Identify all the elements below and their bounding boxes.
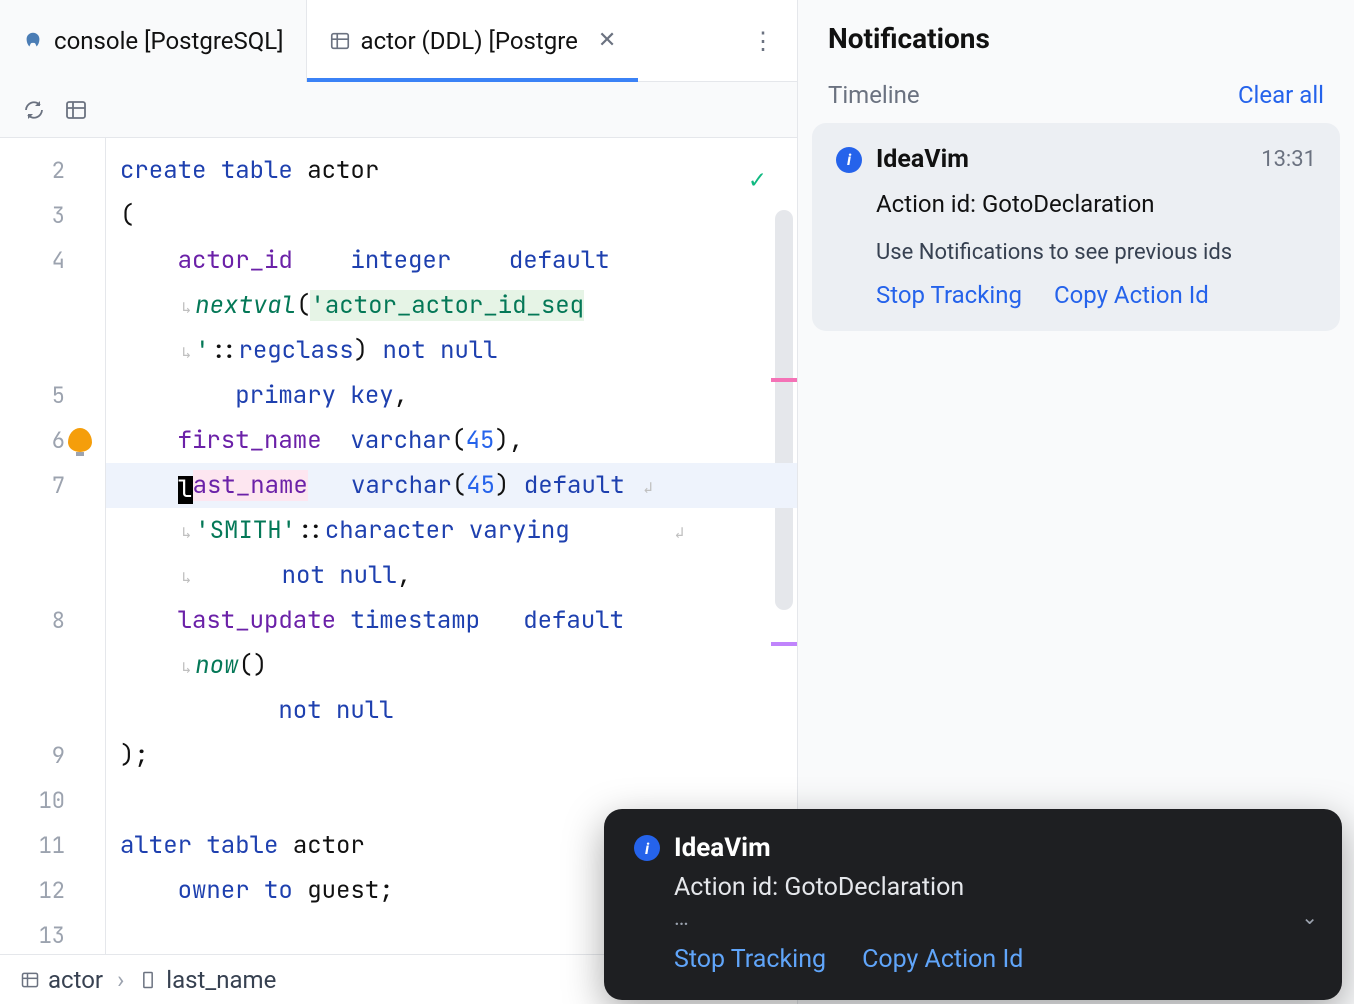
line-number [0,688,105,733]
code-line: ↳'::regclass) not null [106,328,797,373]
stop-tracking-link[interactable]: Stop Tracking [674,945,826,974]
code-line: ↳nextval('actor_actor_id_seq [106,283,797,328]
bulb-icon[interactable] [68,428,92,452]
toast-notification[interactable]: i IdeaVim Action id: GotoDeclaration … S… [604,809,1342,1000]
notification-hint: Use Notifications to see previous ids [876,240,1316,265]
line-number [0,508,105,553]
info-icon: i [634,835,660,861]
code-line: not null [106,688,797,733]
line-number: 8 [0,598,105,643]
table-icon[interactable] [64,98,88,122]
toast-ellipsis: … [674,906,1312,931]
code-line: last_name varchar(45) default ↲ [106,463,797,508]
code-line: actor_id integer default [106,238,797,283]
code-line: ↳ not null, [106,553,797,598]
breadcrumb-table[interactable]: actor [20,966,103,994]
copy-action-id-link[interactable]: Copy Action Id [862,945,1023,974]
line-number: 5 [0,373,105,418]
line-number: 11 [0,823,105,868]
breadcrumb-label: last_name [166,966,276,994]
tab-label: actor (DDL) [Postgre [361,27,578,55]
notification-card[interactable]: i IdeaVim 13:31 Action id: GotoDeclarati… [812,123,1340,331]
notification-body: Action id: GotoDeclaration [876,190,1316,218]
line-number [0,283,105,328]
code-line: ↳now() [106,643,797,688]
tab-console[interactable]: console [PostgreSQL] [0,0,307,82]
breadcrumb-column[interactable]: last_name [138,966,276,994]
code-line: primary key, [106,373,797,418]
line-number: 2 [0,148,105,193]
line-number: 3 [0,193,105,238]
code-line: ); [106,733,797,778]
chevron-down-icon[interactable]: ⌄ [1301,905,1318,929]
toast-title: IdeaVim [674,833,771,863]
code-line: ( [106,193,797,238]
line-number [0,553,105,598]
chevron-right-icon: › [111,966,130,994]
line-number [0,643,105,688]
notification-title: IdeaVim [876,145,1247,174]
line-number: 12 [0,868,105,913]
code-line: last_update timestamp default [106,598,797,643]
tab-ddl[interactable]: actor (DDL) [Postgre ✕ [307,0,639,82]
editor-tabs: console [PostgreSQL] actor (DDL) [Postgr… [0,0,797,82]
kebab-icon[interactable]: ⋮ [729,27,797,55]
close-icon[interactable]: ✕ [598,28,616,53]
notification-time: 13:31 [1261,147,1316,172]
stop-tracking-link[interactable]: Stop Tracking [876,281,1022,309]
editor-toolbar [0,82,797,138]
copy-action-id-link[interactable]: Copy Action Id [1054,281,1209,309]
table-icon [329,30,351,52]
line-number [0,328,105,373]
timeline-label: Timeline [828,81,920,109]
clear-all-link[interactable]: Clear all [1238,81,1324,109]
tab-label: console [PostgreSQL] [54,27,284,55]
vim-cursor: l [178,476,193,504]
panel-title: Notifications [828,22,1324,55]
code-line: first_name varchar(45), [106,418,797,463]
gutter: 2 3 4 5 6 7 8 9 10 11 12 13 [0,138,106,954]
sync-icon[interactable] [22,98,46,122]
line-number: 4 [0,238,105,283]
info-icon: i [836,147,862,173]
breadcrumb-label: actor [48,966,103,994]
code-line: ↳'SMITH'::character varying ↲ [106,508,797,553]
elephant-icon [22,30,44,52]
code-line: create table actor [106,148,797,193]
line-number: 9 [0,733,105,778]
line-number: 10 [0,778,105,823]
line-number: 13 [0,913,105,954]
column-icon [138,970,158,990]
table-icon [20,970,40,990]
line-number: 7 [0,463,105,508]
toast-body: Action id: GotoDeclaration [674,873,1312,902]
